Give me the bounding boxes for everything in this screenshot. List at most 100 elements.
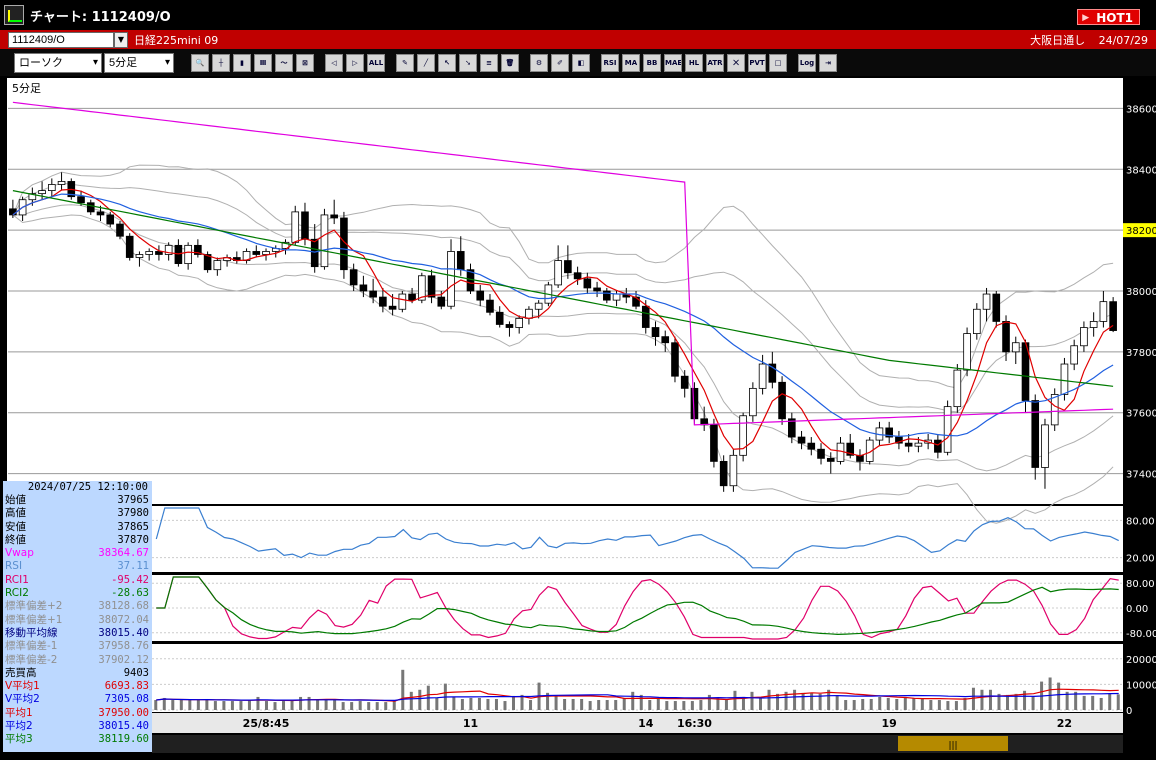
- volume-bar: [699, 700, 703, 710]
- info-row: 標準偏差+2 38128.68: [3, 600, 152, 613]
- volume-bar: [1099, 697, 1103, 710]
- toolbar-gear-button[interactable]: ⚙: [530, 53, 548, 72]
- toolbar-cutl-button[interactable]: ◁: [325, 53, 343, 72]
- toolbar-lock-button[interactable]: ⊠: [296, 53, 314, 72]
- chart-area[interactable]: 5分足 ||| 37400 37600 37800 38000 38200 38400 38…: [0, 76, 1156, 760]
- info-label: 標準偏差+1: [5, 613, 63, 626]
- volume-bar: [1031, 696, 1035, 710]
- toolbar-cross-button[interactable]: ┼: [212, 53, 230, 72]
- candle-body: [388, 305, 397, 310]
- candle-body: [719, 460, 728, 487]
- volume-bar: [903, 696, 907, 710]
- candle-body: [301, 211, 309, 240]
- price-tick-label: 37600: [1126, 409, 1156, 420]
- info-value: 6693.83: [104, 680, 149, 693]
- toolbar-mae-button[interactable]: MAE: [664, 53, 682, 72]
- candle-body: [914, 442, 923, 447]
- toolbar-all-button[interactable]: ALL: [367, 53, 385, 72]
- candle-body: [369, 290, 377, 298]
- volume-bar: [196, 700, 200, 710]
- toolbar-trash-button[interactable]: 🗑: [501, 53, 519, 72]
- volume-bar: [912, 697, 916, 710]
- volume-bar: [1091, 695, 1095, 710]
- volume-bar: [205, 698, 209, 710]
- time-tick-label: 16:30: [677, 717, 712, 730]
- volume-panel[interactable]: [152, 644, 1123, 712]
- toolbar-cutr-button[interactable]: ▷: [346, 53, 364, 72]
- volume-bar: [682, 701, 686, 710]
- symbol-code-input[interactable]: 1112409/O: [8, 31, 114, 48]
- volume-bar: [452, 696, 456, 710]
- toolbar-arrow-button[interactable]: ➘: [459, 53, 477, 72]
- volume-bar: [622, 697, 626, 710]
- interval-select[interactable]: 5分足: [104, 52, 174, 73]
- info-row: 標準偏差-1 37958.76: [3, 640, 152, 653]
- info-label: 標準偏差-2: [5, 653, 58, 666]
- candle-body: [641, 305, 650, 328]
- candle-body: [213, 260, 222, 271]
- candle-body: [1011, 342, 1020, 353]
- toolbar-zoom-button[interactable]: 🔍: [191, 53, 209, 72]
- session-label: 大阪日通し: [1030, 34, 1086, 47]
- info-row: 終値 37870: [3, 534, 152, 547]
- candle-body: [1041, 424, 1049, 468]
- volume-bar: [256, 696, 260, 710]
- info-value: 37865: [117, 520, 149, 533]
- info-value: 38128.68: [98, 600, 149, 613]
- volume-bar: [929, 700, 933, 710]
- toolbar-cross-button[interactable]: ⨉: [727, 53, 745, 72]
- volume-bar: [367, 702, 371, 710]
- scrollbar-grip-icon[interactable]: |||: [948, 741, 957, 751]
- volume-bar: [511, 695, 515, 710]
- candle-body: [963, 333, 971, 371]
- info-row: 標準偏差-2 37902.12: [3, 654, 152, 667]
- info-value: 7305.08: [104, 693, 149, 706]
- toolbar-pvt-button[interactable]: PVT: [748, 53, 766, 72]
- symbol-dropdown-icon[interactable]: ▼: [114, 31, 128, 48]
- candle-body: [359, 284, 368, 292]
- toolbar-memo-button[interactable]: ≡: [480, 53, 498, 72]
- price-tick-label: 37400: [1126, 470, 1156, 481]
- rci-tick-label: 0.00: [1126, 604, 1148, 615]
- info-label: 終値: [5, 533, 26, 546]
- toolbar-pen-button[interactable]: ✎: [396, 53, 414, 72]
- toolbar-log-button[interactable]: Log: [798, 53, 816, 72]
- candle-body: [155, 251, 163, 255]
- volume-bar: [554, 695, 558, 710]
- toolbar-candle-button[interactable]: ▮: [233, 53, 251, 72]
- toolbar-rsi-button[interactable]: RSI: [601, 53, 619, 72]
- toolbar-bb-button[interactable]: BB: [643, 53, 661, 72]
- toolbar-brush-button[interactable]: ✐: [551, 53, 569, 72]
- toolbar-line-tool-button[interactable]: ╱: [417, 53, 435, 72]
- volume-bar: [793, 689, 797, 710]
- volume-bar: [835, 695, 839, 710]
- candle-body: [934, 439, 942, 453]
- rsi-panel[interactable]: [152, 506, 1123, 572]
- info-label: 始値: [5, 494, 26, 506]
- volume-bar: [222, 701, 226, 710]
- rci-tick-label: -80.00: [1126, 629, 1156, 640]
- toolbar-bar-button[interactable]: Ⅲ: [254, 53, 272, 72]
- chart-toolbar: ローソク 5分足 🔍┼▮Ⅲ～⊠ ◁▷ALL ✎╱↖➘≡🗑 ⚙✐◧ RSIMABBMAEH…: [0, 49, 1156, 76]
- chart-type-select[interactable]: ローソク: [14, 52, 102, 73]
- info-label: V平均2: [5, 693, 40, 706]
- hot-badge[interactable]: HOT1: [1077, 9, 1140, 26]
- candle-body: [573, 272, 582, 280]
- candle-body: [184, 244, 192, 265]
- toolbar-atr-button[interactable]: ATR: [706, 53, 724, 72]
- toolbar-line-button[interactable]: ～: [275, 53, 293, 72]
- toolbar-box-button[interactable]: □: [769, 53, 787, 72]
- volume-bar: [767, 689, 771, 710]
- chart-app-icon: [4, 5, 24, 25]
- candle-body: [943, 406, 952, 453]
- volume-bar: [264, 701, 268, 710]
- toolbar-color-button[interactable]: ◧: [572, 53, 590, 72]
- info-row: 平均1 37950.00: [3, 707, 152, 720]
- toolbar-ma-button[interactable]: MA: [622, 53, 640, 72]
- toolbar-exit-button[interactable]: ⇥: [819, 53, 837, 72]
- candle-body: [135, 254, 144, 258]
- toolbar-hl-button[interactable]: HL: [685, 53, 703, 72]
- volume-bar: [614, 700, 618, 710]
- candle-body: [826, 457, 835, 462]
- toolbar-cursor-button[interactable]: ↖: [438, 53, 456, 72]
